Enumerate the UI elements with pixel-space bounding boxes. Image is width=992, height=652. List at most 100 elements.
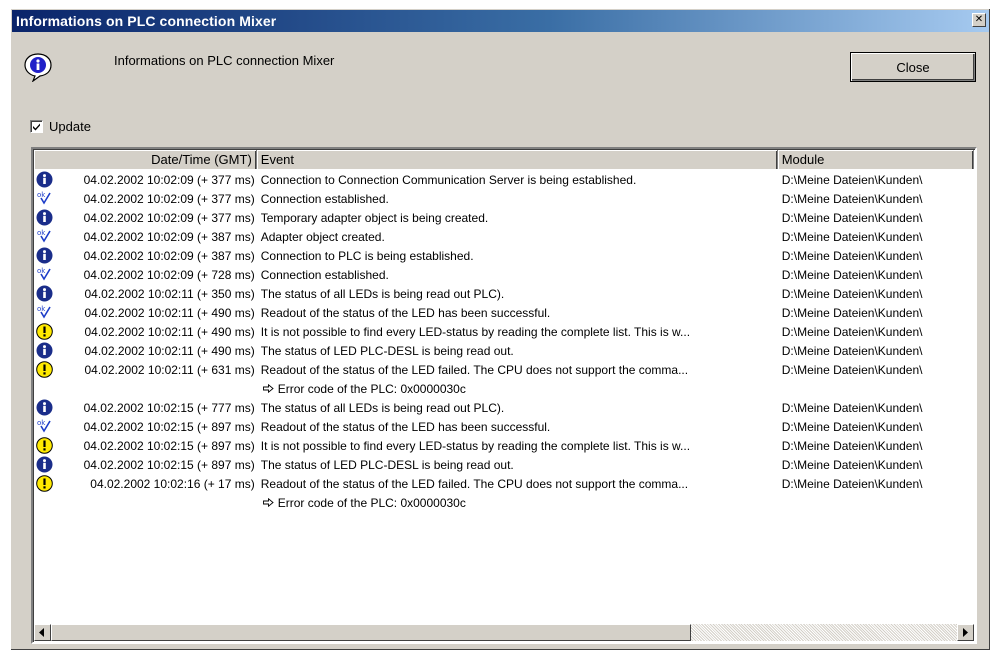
cell-event: Connection to PLC is being established. (257, 249, 778, 263)
date-text: 04.02.2002 10:02:09 (+ 377 ms) (83, 191, 255, 206)
event-text: The status of LED PLC-DESL is being read… (260, 343, 514, 358)
arrow-right-icon (262, 384, 274, 393)
info-icon (36, 171, 53, 188)
cell-event: Readout of the status of the LED has bee… (257, 306, 778, 320)
update-label: Update (49, 118, 91, 134)
event-text: Readout of the status of the LED has bee… (260, 305, 551, 320)
cell-event: Readout of the status of the LED failed.… (257, 477, 778, 491)
cell-module: D:\Meine Dateien\Kunden\ (781, 343, 923, 358)
close-icon[interactable]: ✕ (972, 13, 986, 27)
warning-icon (36, 361, 53, 378)
cell-event: It is not possible to find every LED-sta… (257, 439, 778, 453)
list-item[interactable]: Error code of the PLC: 0x0000030c (34, 379, 974, 398)
event-text: Connection established. (260, 191, 389, 206)
arrow-right-icon (262, 498, 274, 507)
cell-module: D:\Meine Dateien\Kunden\ (781, 419, 923, 434)
ok-check-icon: ok (37, 191, 51, 205)
cell-date: ok 04.02.2002 10:02:09 (+ 377 ms) (34, 189, 257, 208)
cell-date: 04.02.2002 10:02:15 (+ 897 ms) (34, 455, 257, 474)
cell-module: D:\Meine Dateien\Kunden\ (781, 324, 923, 339)
cell-event: The status of LED PLC-DESL is being read… (257, 458, 778, 472)
arrow-left-icon (39, 628, 44, 637)
date-text: 04.02.2002 10:02:15 (+ 897 ms) (83, 438, 255, 453)
list-item[interactable]: ok 04.02.2002 10:02:15 (+ 897 ms) Readout … (34, 417, 974, 436)
date-text: 04.02.2002 10:02:11 (+ 490 ms) (84, 324, 255, 339)
list-item[interactable]: Error code of the PLC: 0x0000030c (34, 493, 974, 512)
scroll-track[interactable] (691, 624, 957, 641)
cell-module: D:\Meine Dateien\Kunden\ (781, 172, 923, 187)
cell-event: It is not possible to find every LED-sta… (257, 325, 778, 339)
event-text: Error code of the PLC: 0x0000030c (277, 381, 466, 396)
scroll-left-button[interactable] (34, 624, 51, 641)
date-text: 04.02.2002 10:02:09 (+ 387 ms) (83, 229, 255, 244)
date-text: 04.02.2002 10:02:11 (+ 490 ms) (84, 305, 255, 320)
cell-date (34, 379, 257, 398)
cell-module: D:\Meine Dateien\Kunden\ (781, 210, 923, 225)
date-text: 04.02.2002 10:02:15 (+ 897 ms) (83, 419, 255, 434)
arrow-right-icon (963, 628, 968, 637)
cell-event: Error code of the PLC: 0x0000030c (257, 382, 778, 396)
list-item[interactable]: 04.02.2002 10:02:15 (+ 897 ms) The status… (34, 455, 974, 474)
cell-event: Adapter object created. (257, 230, 778, 244)
list-item[interactable]: 04.02.2002 10:02:11 (+ 490 ms) The status… (34, 341, 974, 360)
info-balloon-icon (24, 53, 52, 82)
list-item[interactable]: ok 04.02.2002 10:02:11 (+ 490 ms) Readout … (34, 303, 974, 322)
list-item[interactable]: 04.02.2002 10:02:15 (+ 777 ms) The status… (34, 398, 974, 417)
cell-event: Temporary adapter object is being create… (257, 211, 778, 225)
list-item[interactable]: 04.02.2002 10:02:15 (+ 897 ms) It is not … (34, 436, 974, 455)
scroll-thumb[interactable] (51, 624, 691, 641)
date-text: 04.02.2002 10:02:11 (+ 350 ms) (84, 286, 255, 301)
list-item[interactable]: 04.02.2002 10:02:16 (+ 17 ms) Readout of … (34, 474, 974, 493)
info-icon (36, 456, 53, 473)
update-checkbox-row[interactable]: Update (30, 118, 91, 134)
column-header-module[interactable]: Module (778, 150, 974, 169)
ok-check-icon: ok (37, 229, 51, 243)
list-item[interactable]: 04.02.2002 10:02:11 (+ 490 ms) It is not … (34, 322, 974, 341)
event-text: Connection to Connection Communication S… (260, 172, 637, 187)
list-item[interactable]: 04.02.2002 10:02:11 (+ 631 ms) Readout of… (34, 360, 974, 379)
event-text: The status of all LEDs is being read out… (260, 286, 505, 301)
info-icon (36, 399, 53, 416)
column-header-event[interactable]: Event (257, 150, 778, 169)
close-button[interactable]: Close (850, 52, 976, 82)
ok-check-icon: ok (37, 419, 51, 433)
list-item[interactable]: 04.02.2002 10:02:09 (+ 377 ms) Temporary … (34, 208, 974, 227)
info-icon (36, 285, 53, 302)
list-item[interactable]: ok 04.02.2002 10:02:09 (+ 387 ms) Adapter … (34, 227, 974, 246)
cell-event: The status of all LEDs is being read out… (257, 287, 778, 301)
list-item[interactable]: 04.02.2002 10:02:09 (+ 377 ms) Connection… (34, 170, 974, 189)
list-item[interactable]: ok 04.02.2002 10:02:09 (+ 377 ms) Connecti… (34, 189, 974, 208)
header-text: Informations on PLC connection Mixer (114, 53, 335, 68)
cell-module: D:\Meine Dateien\Kunden\ (781, 476, 923, 491)
cell-module: D:\Meine Dateien\Kunden\ (781, 248, 923, 263)
date-text: 04.02.2002 10:02:16 (+ 17 ms) (90, 476, 255, 491)
horizontal-scrollbar[interactable] (34, 624, 974, 641)
cell-module: D:\Meine Dateien\Kunden\ (781, 305, 923, 320)
event-list[interactable]: Date/Time (GMT) Event Module 04.02.2002 … (31, 147, 977, 644)
date-text: 04.02.2002 10:02:09 (+ 728 ms) (83, 267, 255, 282)
cell-date: ok 04.02.2002 10:02:11 (+ 490 ms) (34, 303, 257, 322)
cell-module: D:\Meine Dateien\Kunden\ (781, 191, 923, 206)
event-text: Readout of the status of the LED failed.… (260, 476, 689, 491)
event-text: The status of all LEDs is being read out… (260, 400, 505, 415)
date-text: 04.02.2002 10:02:09 (+ 377 ms) (83, 210, 255, 225)
cell-date (34, 493, 257, 512)
update-checkbox[interactable] (30, 119, 43, 133)
warning-icon (36, 437, 53, 454)
cell-date: 04.02.2002 10:02:11 (+ 490 ms) (34, 322, 257, 341)
event-text: Connection established. (260, 267, 389, 282)
event-text: Connection to PLC is being established. (260, 248, 474, 263)
info-icon (36, 247, 53, 264)
cell-date: ok 04.02.2002 10:02:09 (+ 387 ms) (34, 227, 257, 246)
cell-date: ok 04.02.2002 10:02:15 (+ 897 ms) (34, 417, 257, 436)
warning-icon (36, 323, 53, 340)
column-header-date[interactable]: Date/Time (GMT) (34, 150, 257, 169)
list-item[interactable]: ok 04.02.2002 10:02:09 (+ 728 ms) Connecti… (34, 265, 974, 284)
checkmark-icon (33, 123, 40, 130)
title-bar[interactable]: Informations on PLC connection Mixer ✕ (12, 10, 989, 32)
scroll-right-button[interactable] (957, 624, 974, 641)
list-item[interactable]: 04.02.2002 10:02:09 (+ 387 ms) Connection… (34, 246, 974, 265)
cell-date: ok 04.02.2002 10:02:09 (+ 728 ms) (34, 265, 257, 284)
event-text: Readout of the status of the LED has bee… (260, 419, 551, 434)
list-item[interactable]: 04.02.2002 10:02:11 (+ 350 ms) The status… (34, 284, 974, 303)
